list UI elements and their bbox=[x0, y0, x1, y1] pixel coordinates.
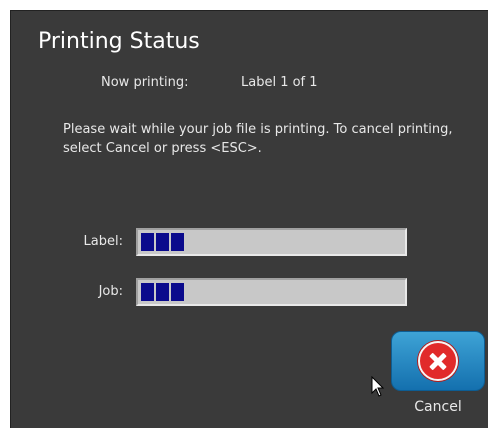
status-message: Please wait while your job file is print… bbox=[63, 122, 453, 156]
now-printing-value: Label 1 of 1 bbox=[241, 75, 318, 90]
printing-status-dialog: Printing Status Now printing: Label 1 of… bbox=[10, 10, 488, 428]
progress-block bbox=[141, 233, 154, 251]
job-progress-bar bbox=[136, 278, 407, 306]
progress-block bbox=[171, 233, 184, 251]
mouse-pointer-icon bbox=[371, 376, 385, 397]
progress-block bbox=[156, 283, 169, 301]
label-progress-bar bbox=[136, 228, 407, 256]
close-circle-icon bbox=[418, 341, 458, 381]
now-printing-label: Now printing: bbox=[101, 75, 189, 90]
progress-block bbox=[156, 233, 169, 251]
cancel-button[interactable] bbox=[391, 331, 485, 391]
dialog-title: Printing Status bbox=[38, 29, 200, 54]
progress-block bbox=[171, 283, 184, 301]
label-progress-label: Label: bbox=[83, 234, 123, 249]
progress-block bbox=[141, 283, 154, 301]
cancel-button-label[interactable]: Cancel bbox=[391, 399, 485, 415]
job-progress-label: Job: bbox=[98, 284, 123, 299]
